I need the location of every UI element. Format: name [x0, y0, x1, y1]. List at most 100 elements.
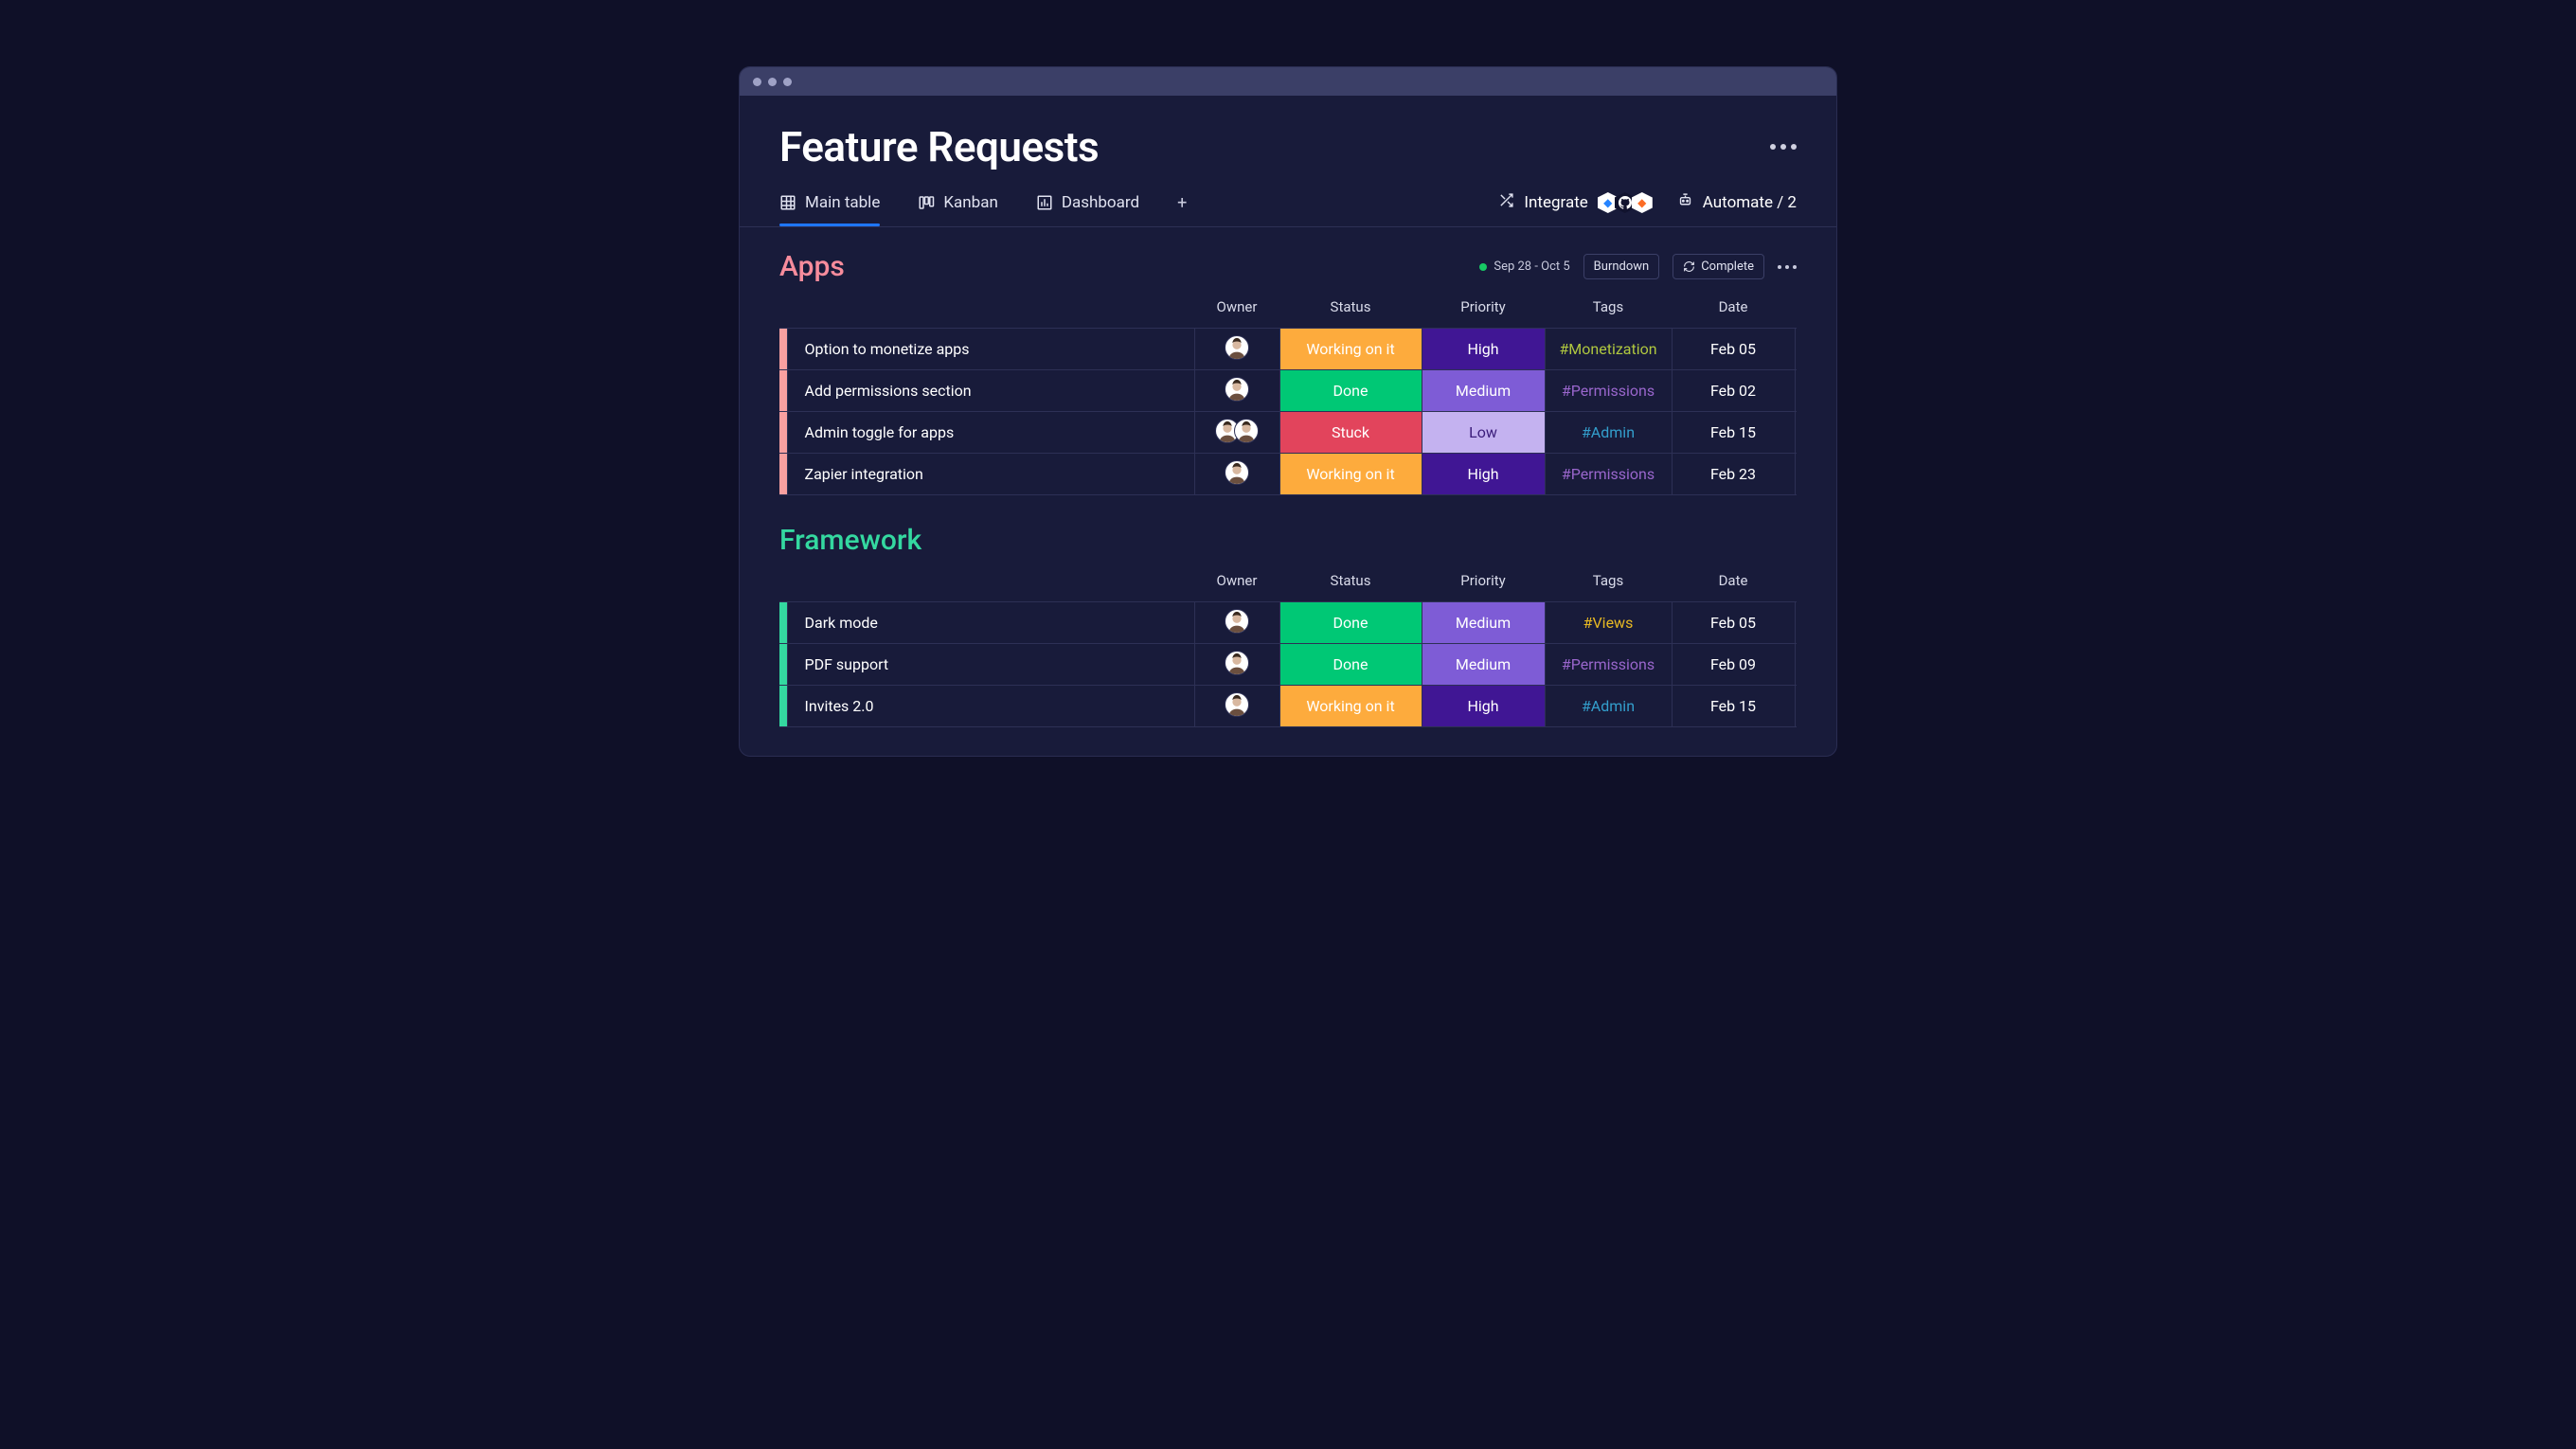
date-cell[interactable]: Feb 05: [1672, 329, 1795, 370]
owner-avatars[interactable]: [1225, 651, 1249, 675]
date-cell[interactable]: Feb 15: [1672, 412, 1795, 454]
priority-cell[interactable]: Medium: [1422, 370, 1545, 412]
priority-cell[interactable]: Medium: [1422, 602, 1545, 644]
page-title: Feature Requests: [779, 122, 1099, 171]
avatar: [1234, 419, 1259, 443]
table-row[interactable]: Add permissions section Done Medium #Per…: [779, 370, 1797, 412]
group-table: OwnerStatusPriorityTagsDate+ Dark mode D…: [779, 561, 1797, 727]
date-cell[interactable]: Feb 09: [1672, 644, 1795, 686]
status-cell[interactable]: Stuck: [1279, 412, 1422, 454]
owner-avatars[interactable]: [1225, 335, 1249, 360]
content: Feature Requests Main table Kanban Dashboa…: [740, 96, 1836, 727]
column-header-priority[interactable]: Priority: [1422, 287, 1545, 329]
row-title[interactable]: Zapier integration: [787, 454, 1194, 495]
tag-cell[interactable]: #Admin: [1545, 686, 1672, 727]
status-cell[interactable]: Working on it: [1279, 454, 1422, 495]
column-header-tags[interactable]: Tags: [1545, 561, 1672, 602]
row-title[interactable]: Dark mode: [787, 602, 1194, 644]
column-header-tags[interactable]: Tags: [1545, 287, 1672, 329]
table-row[interactable]: Option to monetize apps Working on it Hi…: [779, 329, 1797, 370]
status-cell[interactable]: Working on it: [1279, 686, 1422, 727]
priority-cell[interactable]: High: [1422, 686, 1545, 727]
tag-cell[interactable]: #Permissions: [1545, 454, 1672, 495]
date-cell[interactable]: Feb 02: [1672, 370, 1795, 412]
owner-avatars[interactable]: [1225, 460, 1249, 485]
row-title[interactable]: Invites 2.0: [787, 686, 1194, 727]
owner-avatars[interactable]: [1225, 609, 1249, 634]
priority-cell[interactable]: High: [1422, 329, 1545, 370]
table-row[interactable]: Admin toggle for apps Stuck Low #Admin F…: [779, 412, 1797, 454]
row-title[interactable]: PDF support: [787, 644, 1194, 686]
avatar: [1225, 335, 1249, 360]
table-row[interactable]: PDF support Done Medium #Permissions Feb…: [779, 644, 1797, 686]
date-cell[interactable]: Feb 15: [1672, 686, 1795, 727]
table-row[interactable]: Zapier integration Working on it High #P…: [779, 454, 1797, 495]
date-cell[interactable]: Feb 23: [1672, 454, 1795, 495]
priority-cell[interactable]: High: [1422, 454, 1545, 495]
column-header-date[interactable]: Date: [1672, 287, 1795, 329]
window-dot[interactable]: [783, 78, 792, 86]
group-more-button[interactable]: [1778, 265, 1797, 269]
avatar: [1225, 692, 1249, 717]
tag-cell[interactable]: #Monetization: [1545, 329, 1672, 370]
avatar: [1225, 460, 1249, 485]
add-column-button[interactable]: +: [1795, 561, 1797, 602]
priority-cell[interactable]: Medium: [1422, 644, 1545, 686]
table-row[interactable]: Dark mode Done Medium #Views Feb 05: [779, 602, 1797, 644]
column-header-date[interactable]: Date: [1672, 561, 1795, 602]
group-title[interactable]: Apps: [779, 250, 845, 283]
tag-cell[interactable]: #Permissions: [1545, 644, 1672, 686]
avatar: [1225, 377, 1249, 402]
automate-label: Automate / 2: [1703, 193, 1797, 212]
status-cell[interactable]: Done: [1279, 602, 1422, 644]
avatar: [1225, 651, 1249, 675]
tab-label: Main table: [805, 193, 880, 212]
complete-button[interactable]: Complete: [1673, 254, 1764, 279]
column-header-owner[interactable]: Owner: [1194, 287, 1279, 329]
tab-main-table[interactable]: Main table: [779, 193, 880, 225]
grid-icon: [779, 194, 796, 211]
add-view-button[interactable]: +: [1177, 193, 1187, 226]
tag-cell[interactable]: #Views: [1545, 602, 1672, 644]
integrate-button[interactable]: Integrate ◆ ◆: [1498, 192, 1652, 213]
burndown-button[interactable]: Burndown: [1583, 254, 1660, 279]
column-header-priority[interactable]: Priority: [1422, 561, 1545, 602]
status-cell[interactable]: Done: [1279, 370, 1422, 412]
column-header-owner[interactable]: Owner: [1194, 561, 1279, 602]
groups-container: Apps Sep 28 - Oct 5 Burndown Complete Ow…: [740, 227, 1836, 727]
dashboard-icon: [1036, 194, 1053, 211]
group-framework: Framework OwnerStatusPriorityTagsDate+ D…: [779, 524, 1797, 727]
shuffle-icon: [1498, 192, 1514, 213]
tabs-right: Integrate ◆ ◆ Automate / 2: [1498, 192, 1797, 226]
group-title[interactable]: Framework: [779, 524, 921, 557]
tabs-row: Main table Kanban Dashboard + Integrate ◆ ◆: [740, 181, 1836, 227]
owner-avatars[interactable]: [1215, 419, 1259, 443]
window-dot[interactable]: [753, 78, 761, 86]
column-header-status[interactable]: Status: [1279, 287, 1422, 329]
tab-dashboard[interactable]: Dashboard: [1036, 193, 1139, 225]
robot-icon: [1677, 192, 1693, 213]
date-cell[interactable]: Feb 05: [1672, 602, 1795, 644]
status-cell[interactable]: Done: [1279, 644, 1422, 686]
status-cell[interactable]: Working on it: [1279, 329, 1422, 370]
group-apps: Apps Sep 28 - Oct 5 Burndown Complete Ow…: [779, 250, 1797, 495]
table-row[interactable]: Invites 2.0 Working on it High #Admin Fe…: [779, 686, 1797, 727]
page-more-button[interactable]: [1770, 144, 1797, 150]
tab-kanban[interactable]: Kanban: [918, 193, 997, 225]
add-column-button[interactable]: +: [1795, 287, 1797, 329]
tag-cell[interactable]: #Permissions: [1545, 370, 1672, 412]
owner-avatars[interactable]: [1225, 692, 1249, 717]
automate-button[interactable]: Automate / 2: [1677, 192, 1797, 213]
owner-avatars[interactable]: [1225, 377, 1249, 402]
tag-cell[interactable]: #Admin: [1545, 412, 1672, 454]
group-table: OwnerStatusPriorityTagsDate+ Option to m…: [779, 287, 1797, 495]
priority-cell[interactable]: Low: [1422, 412, 1545, 454]
column-header-status[interactable]: Status: [1279, 561, 1422, 602]
tab-label: Dashboard: [1062, 193, 1139, 212]
row-title[interactable]: Add permissions section: [787, 370, 1194, 412]
row-title[interactable]: Admin toggle for apps: [787, 412, 1194, 454]
window-dot[interactable]: [768, 78, 777, 86]
group-date-range[interactable]: Sep 28 - Oct 5: [1479, 259, 1569, 274]
kanban-icon: [918, 194, 935, 211]
row-title[interactable]: Option to monetize apps: [787, 329, 1194, 370]
